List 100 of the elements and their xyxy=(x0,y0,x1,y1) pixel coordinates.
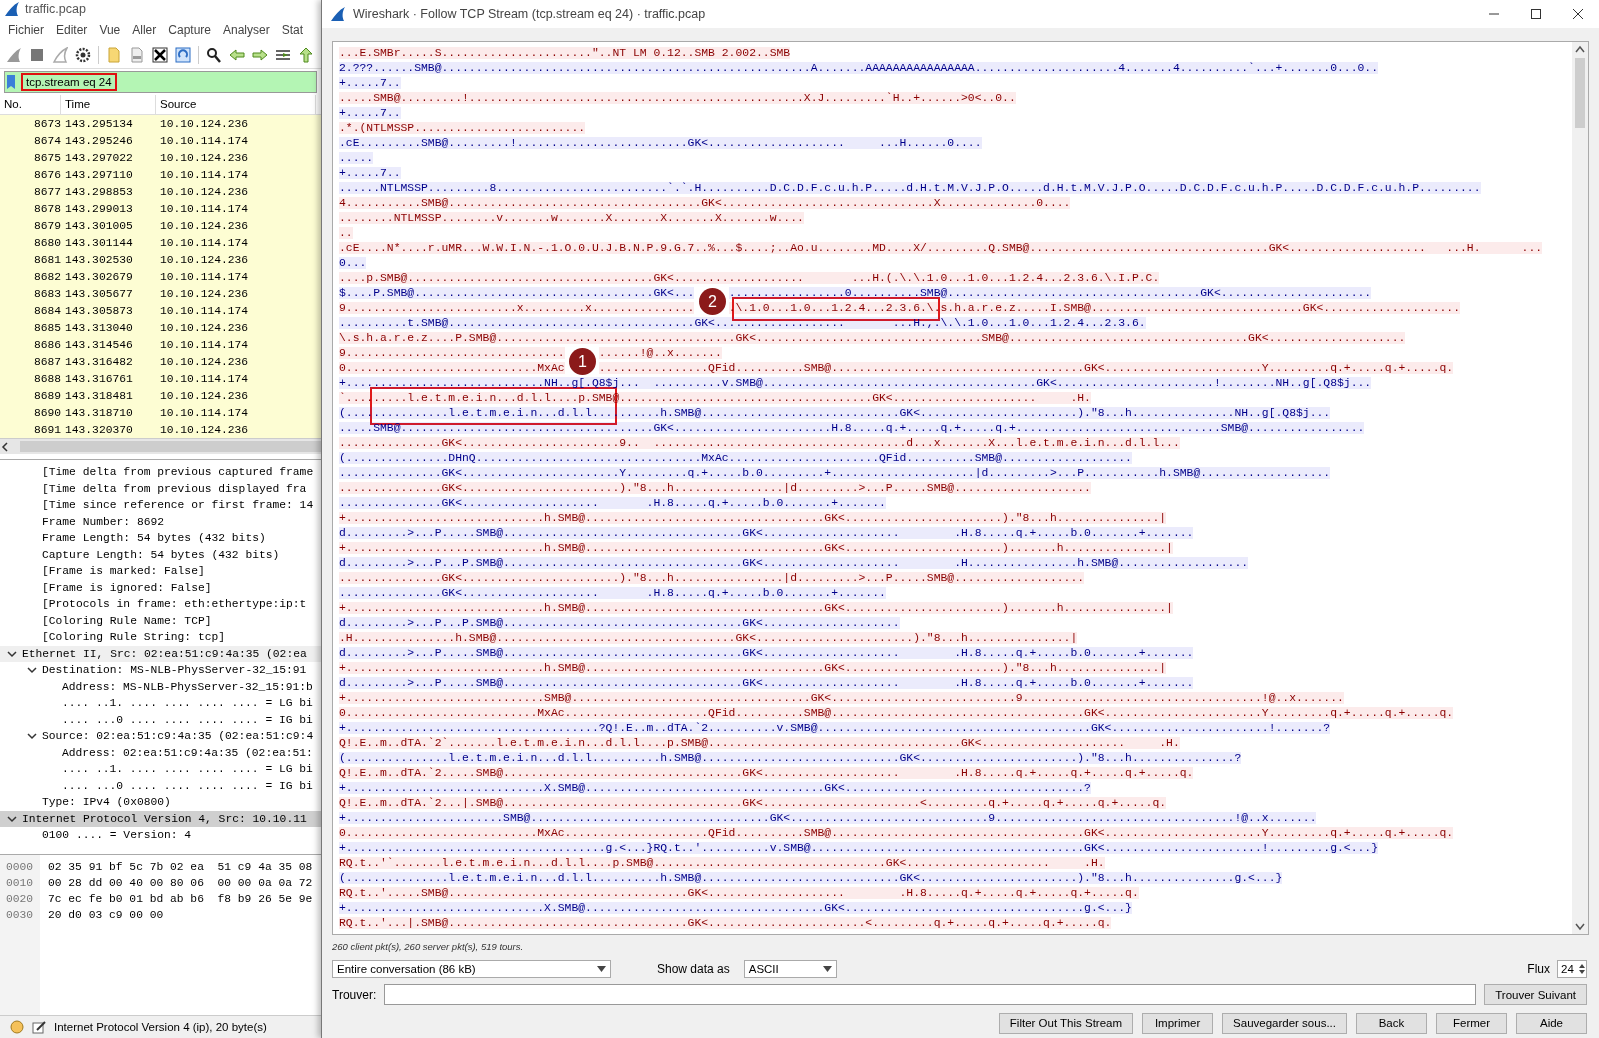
display-filter-field[interactable]: tcp.stream eq 24 xyxy=(4,71,317,93)
tree-row[interactable]: Internet Protocol Version 4, Src: 10.10.11 xyxy=(0,810,321,827)
table-cell-text: 143.316761 xyxy=(64,372,134,385)
menu-item[interactable]: Vue xyxy=(99,23,121,37)
table-cell-text: 8683 xyxy=(32,287,61,300)
tree-row[interactable]: 0100 .... = Version: 4 xyxy=(0,827,321,844)
table-cell-text: 143.297110 xyxy=(64,168,134,181)
status-dot-icon[interactable] xyxy=(10,1020,24,1034)
table-cell-text: 8674 xyxy=(32,134,61,147)
tree-row[interactable]: Destination: MS-NLB-PhysServer-32_15:91 xyxy=(0,662,321,679)
shark-fin-icon[interactable] xyxy=(6,47,22,63)
gear-icon[interactable] xyxy=(75,47,91,63)
table-cell-text: 8684 xyxy=(32,304,61,317)
tree-row[interactable]: [Time delta from previous captured frame xyxy=(0,464,321,481)
table-cell: 10.10.124.236 xyxy=(160,253,249,266)
summary-text: 260 client pkt(s), 260 server pkt(s), 519 tours. xyxy=(331,939,525,954)
table-cell-text: 143.305873 xyxy=(64,304,134,317)
table-cell: 10.10.124.236 xyxy=(160,287,249,300)
menu-item[interactable]: Stat xyxy=(281,23,304,37)
tree-row[interactable]: [Time since reference or first frame: 14 xyxy=(0,497,321,514)
menu-item[interactable]: Aller xyxy=(132,23,157,37)
table-cell-text: 143.314546 xyxy=(64,338,134,351)
column-header[interactable]: No. xyxy=(0,95,61,114)
tree-row[interactable]: [Coloring Rule String: tcp] xyxy=(0,629,321,646)
horizontal-scrollbar[interactable] xyxy=(0,438,321,454)
table-cell: 10.10.114.174 xyxy=(160,202,249,215)
dialog-button[interactable]: Filter Out This Stream xyxy=(998,1012,1134,1034)
hex-offset: 0010 xyxy=(6,876,35,891)
search-icon[interactable] xyxy=(206,47,222,63)
tree-row[interactable]: Source: 02:ea:51:c9:4a:35 (02:ea:51:c9:4 xyxy=(0,728,321,745)
dialog-button[interactable]: Aide xyxy=(1516,1012,1587,1034)
tree-row[interactable]: .... ..1. .... .... .... .... = LG bi xyxy=(0,695,321,712)
chevron-down-icon[interactable] xyxy=(1575,923,1585,931)
dialog-button[interactable]: Fermer xyxy=(1436,1012,1507,1034)
edit-icon[interactable] xyxy=(32,1020,46,1034)
tree-row[interactable]: Capture Length: 54 bytes (432 bits) xyxy=(0,546,321,563)
tree-row[interactable]: [Time delta from previous displayed fra xyxy=(0,480,321,497)
menu-item[interactable]: Capture xyxy=(168,23,211,37)
dialog-button[interactable]: Imprimer xyxy=(1142,1012,1214,1034)
hex-bytes: 7c ec fe b0 01 bd ab b6 f8 b9 26 5e 9e xyxy=(48,892,313,907)
tree-row[interactable]: [Coloring Rule Name: TCP] xyxy=(0,612,321,629)
table-cell: 10.10.124.236 xyxy=(160,151,249,164)
table-cell-text: 143.313040 xyxy=(64,321,134,334)
table-cell-text: 143.302679 xyxy=(64,270,134,283)
maximize-icon[interactable] xyxy=(1531,9,1541,19)
chevron-down-icon[interactable] xyxy=(7,648,17,659)
caret-icon xyxy=(597,966,606,972)
find-input-field[interactable] xyxy=(384,984,1477,1005)
callout-badge: 1 xyxy=(569,348,596,375)
scrollbar-thumb[interactable] xyxy=(1575,58,1585,128)
tree-row[interactable]: Ethernet II, Src: 02:ea:51:c9:4a:35 (02:ea xyxy=(0,645,321,662)
table-cell-text: 8675 xyxy=(32,151,61,164)
dialog-button[interactable]: Back xyxy=(1356,1012,1427,1034)
chevron-down-icon[interactable] xyxy=(7,813,17,824)
chevron-down-icon[interactable] xyxy=(27,731,37,742)
arrow-right-icon[interactable] xyxy=(252,47,268,63)
table-cell: 10.10.124.236 xyxy=(160,355,249,368)
table-cell-text: 143.299013 xyxy=(64,202,134,215)
arrow-up-icon[interactable] xyxy=(298,47,314,63)
tree-row[interactable]: Frame Number: 8692 xyxy=(0,513,321,530)
chevron-up-icon[interactable] xyxy=(1575,45,1585,53)
close-icon[interactable] xyxy=(1573,9,1583,19)
menu-item[interactable]: Editer xyxy=(56,23,88,37)
dialog-button[interactable]: Sauvegarder sous... xyxy=(1222,1012,1347,1034)
find-next-button[interactable]: Trouver Suivant xyxy=(1484,984,1587,1005)
table-cell-text: 143.298853 xyxy=(64,185,134,198)
conversation-dropdown[interactable]: Entire conversation (86 kB) xyxy=(332,960,611,978)
tree-row[interactable]: Type: IPv4 (0x0800) xyxy=(0,794,321,811)
table-cell: 10.10.114.174 xyxy=(160,134,249,147)
menu-item[interactable]: Analyser xyxy=(223,23,270,37)
table-cell-text: 143.320370 xyxy=(64,423,134,436)
tree-row[interactable]: [Frame is marked: False] xyxy=(0,563,321,580)
tree-row[interactable]: Frame Length: 54 bytes (432 bits) xyxy=(0,530,321,547)
stop-icon[interactable] xyxy=(29,47,45,63)
tree-row[interactable]: .... ...0 .... .... .... .... = IG bi xyxy=(0,777,321,794)
tree-row[interactable]: .... ..1. .... .... .... .... = LG bi xyxy=(0,761,321,778)
reload-icon[interactable] xyxy=(175,47,191,63)
stream-number-spinbox[interactable]: 24 xyxy=(1557,960,1587,978)
chevron-down-icon[interactable] xyxy=(27,665,37,676)
chevron-left-icon[interactable] xyxy=(0,441,10,452)
tree-row[interactable]: [Protocols in frame: eth:ethertype:ip:t xyxy=(0,596,321,613)
table-cell: 10.10.114.174 xyxy=(160,304,249,317)
shark-fin-icon xyxy=(4,1,20,17)
tree-row[interactable]: [Frame is ignored: False] xyxy=(0,579,321,596)
bookmark-icon[interactable] xyxy=(5,74,17,90)
vertical-scrollbar[interactable] xyxy=(1572,42,1588,934)
tree-row[interactable]: .... ...0 .... .... .... .... = IG bi xyxy=(0,711,321,728)
tree-row[interactable]: Address: 02:ea:51:c9:4a:35 (02:ea:51: xyxy=(0,744,321,761)
column-header[interactable]: Time xyxy=(61,95,156,114)
table-cell-text: 143.295246 xyxy=(64,134,134,147)
menu-item[interactable]: Fichier xyxy=(8,23,44,37)
file-icon[interactable] xyxy=(129,47,145,63)
column-header[interactable]: Source xyxy=(156,95,316,114)
table-cell-text: 143.295134 xyxy=(64,117,134,130)
tree-row[interactable]: Address: MS-NLB-PhysServer-32_15:91:b xyxy=(0,678,321,695)
data-format-dropdown[interactable]: ASCII xyxy=(743,960,837,978)
table-cell-text: 8690 xyxy=(32,406,61,419)
table-cell: 10.10.124.236 xyxy=(160,219,249,232)
arrow-left-icon[interactable] xyxy=(229,47,245,63)
close-file-icon[interactable] xyxy=(152,47,168,63)
